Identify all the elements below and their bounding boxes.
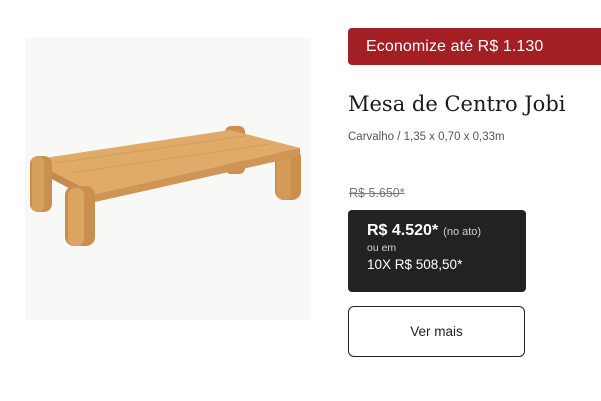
installment-prefix: ou em: [367, 242, 397, 254]
product-name[interactable]: Mesa de Centro Jobi: [348, 92, 566, 116]
price-note: (no ato): [443, 226, 482, 238]
current-price: R$ 4.520*: [367, 222, 439, 239]
old-price: R$ 5.650*: [349, 186, 405, 200]
product-specs: Carvalho / 1,35 x 0,70 x 0,33m: [348, 131, 505, 143]
discount-text: Economize até R$ 1.130: [366, 37, 544, 55]
product-image[interactable]: [25, 38, 310, 320]
product-card: Economize até R$ 1.130 Mesa de Centro Jo…: [0, 0, 601, 401]
price-box: R$ 4.520* (no ato) ou em 10X R$ 508,50*: [348, 210, 526, 292]
installment-price: 10X R$ 508,50*: [367, 257, 463, 272]
coffee-table-image: [30, 126, 301, 246]
see-more-button[interactable]: Ver mais: [348, 306, 525, 357]
discount-banner: Economize até R$ 1.130: [348, 28, 601, 65]
